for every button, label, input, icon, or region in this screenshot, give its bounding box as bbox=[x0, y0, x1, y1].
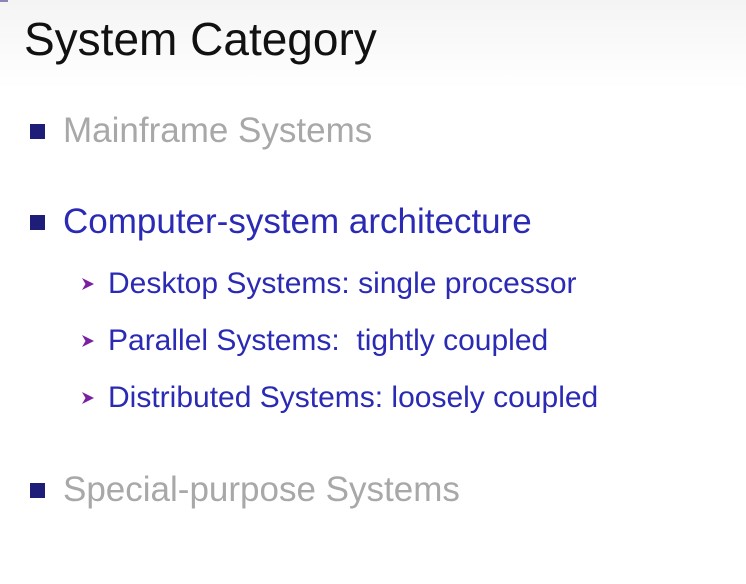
sub-item-desktop-systems: Desktop Systems: single processor bbox=[80, 262, 577, 306]
bullet-item-mainframe: Mainframe Systems bbox=[30, 106, 372, 156]
arrowhead-bullet-icon bbox=[82, 278, 94, 290]
bullet-label: Mainframe Systems bbox=[63, 111, 373, 150]
bullet-label: Special-purpose Systems bbox=[63, 470, 460, 509]
sub-item-label: Desktop Systems: single processor bbox=[108, 267, 577, 300]
corner-accent bbox=[0, 0, 8, 2]
sub-item-label: Distributed Systems: loosely coupled bbox=[108, 381, 599, 414]
slide: System Category Mainframe Systems Comput… bbox=[0, 0, 746, 584]
sub-item-distributed-systems: Distributed Systems: loosely coupled bbox=[80, 376, 598, 420]
sub-item-label: Parallel Systems: tightly coupled bbox=[108, 324, 549, 357]
bullet-label: Computer-system architecture bbox=[63, 202, 532, 241]
square-bullet-icon bbox=[30, 482, 45, 498]
square-bullet-icon bbox=[30, 214, 45, 230]
bullet-item-computer-system-architecture: Computer-system architecture bbox=[30, 197, 532, 247]
slide-title: System Category bbox=[24, 13, 377, 65]
arrowhead-bullet-icon bbox=[82, 335, 94, 347]
square-bullet-icon bbox=[30, 123, 45, 139]
sub-item-parallel-systems: Parallel Systems: tightly coupled bbox=[80, 319, 548, 363]
arrowhead-bullet-icon bbox=[82, 392, 94, 404]
bullet-item-special-purpose: Special-purpose Systems bbox=[30, 465, 460, 515]
